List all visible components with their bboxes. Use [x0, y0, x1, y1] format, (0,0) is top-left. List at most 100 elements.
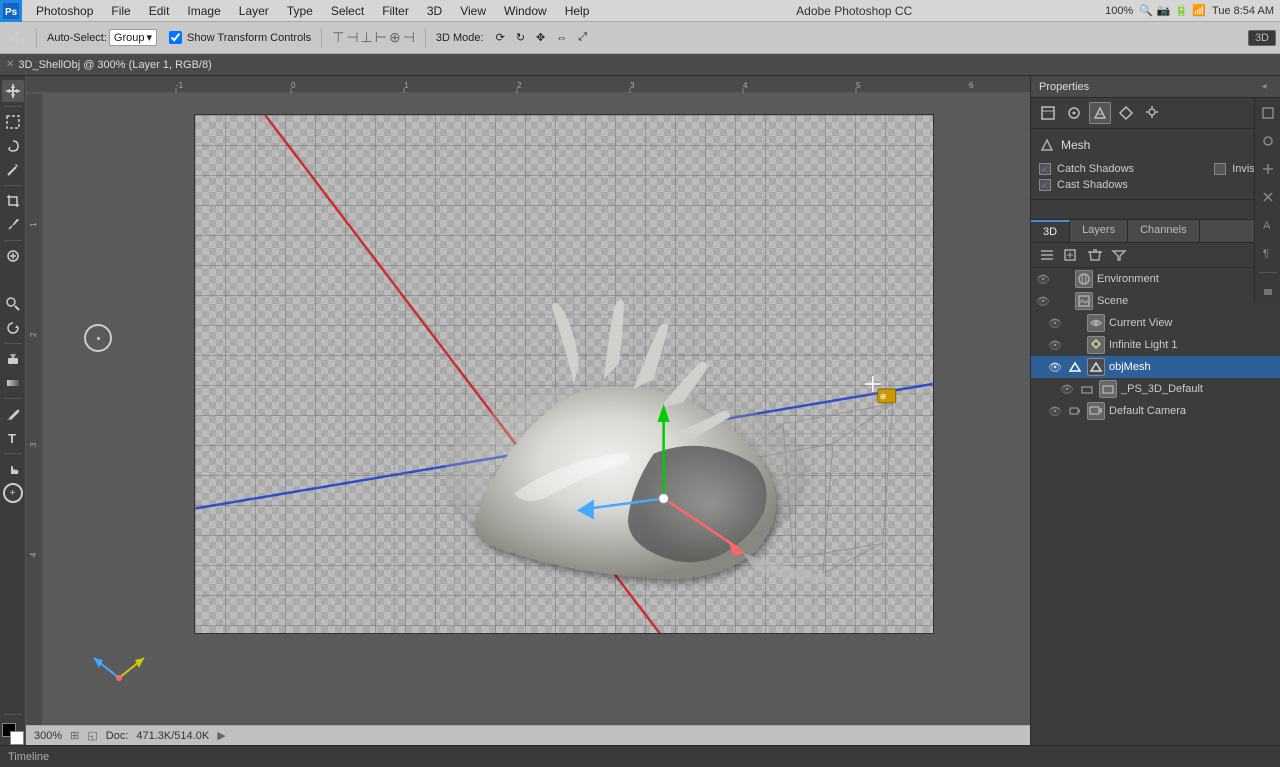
align-hcenter-icon[interactable]: ⊕: [389, 29, 401, 46]
layers-list-icon[interactable]: [1037, 246, 1057, 264]
align-vcenter-icon[interactable]: ⊣: [346, 29, 358, 46]
align-top-icon[interactable]: ⊤: [332, 29, 344, 46]
layer-objmesh[interactable]: 👁 objMesh: [1031, 356, 1280, 378]
menu-image[interactable]: Image: [179, 2, 228, 20]
properties-filter-icon[interactable]: [1063, 102, 1085, 124]
eye-environment[interactable]: 👁: [1035, 271, 1051, 287]
menu-window[interactable]: Window: [496, 2, 555, 20]
3d-pan-icon[interactable]: ✥: [532, 29, 549, 46]
right-tool-1[interactable]: [1257, 102, 1279, 124]
right-tool-6[interactable]: ¶: [1257, 242, 1279, 264]
layer-ps3d-default[interactable]: 👁 _PS_3D_Default: [1031, 378, 1280, 400]
layer-current-view[interactable]: 👁 Current View: [1031, 312, 1280, 334]
menu-photoshop[interactable]: Photoshop: [28, 2, 101, 20]
tab-channels[interactable]: Channels: [1128, 220, 1199, 242]
eye-infinite-light[interactable]: 👁: [1047, 337, 1063, 353]
3d-badge: 3D: [1248, 30, 1276, 46]
properties-settings-icon[interactable]: [1037, 102, 1059, 124]
tool-gradient[interactable]: [2, 372, 24, 394]
tool-zoom[interactable]: +: [2, 482, 24, 504]
dropdown-arrow: ▾: [147, 31, 153, 44]
menu-type[interactable]: Type: [279, 2, 321, 20]
properties-material-icon[interactable]: [1115, 102, 1137, 124]
invisible-checkbox[interactable]: [1214, 163, 1226, 175]
tool-hand[interactable]: [2, 458, 24, 480]
layers-filter-icon[interactable]: [1109, 246, 1129, 264]
menu-help[interactable]: Help: [557, 2, 598, 20]
background-color[interactable]: [10, 731, 24, 745]
right-tool-3[interactable]: [1257, 158, 1279, 180]
tool-brush[interactable]: [2, 269, 24, 291]
auto-select-dropdown[interactable]: Group ▾: [109, 29, 157, 46]
right-panels: Properties ◂: [1030, 76, 1280, 745]
tool-crop[interactable]: [2, 190, 24, 212]
layer-infinite-light[interactable]: 👁 Infinite Light 1: [1031, 334, 1280, 356]
eye-scene[interactable]: 👁: [1035, 293, 1051, 309]
thumb-default-camera: [1087, 402, 1105, 420]
align-bottom-icon[interactable]: ⊥: [361, 29, 373, 46]
tool-clone[interactable]: [2, 293, 24, 315]
tool-lasso[interactable]: [2, 135, 24, 157]
properties-collapse-btn[interactable]: ◂: [1256, 79, 1272, 95]
show-transform-controls[interactable]: Show Transform Controls: [165, 29, 315, 46]
menu-file[interactable]: File: [103, 2, 138, 20]
menu-layer[interactable]: Layer: [231, 2, 277, 20]
properties-mesh-icon[interactable]: [1089, 102, 1111, 124]
layer-ps3d-default-label: _PS_3D_Default: [1121, 383, 1203, 395]
right-tool-2[interactable]: [1257, 130, 1279, 152]
tool-spot-heal[interactable]: [2, 245, 24, 267]
tab-3d[interactable]: 3D: [1031, 220, 1070, 242]
xy-origin: [89, 638, 149, 691]
tab-layers[interactable]: Layers: [1070, 220, 1128, 242]
layer-scene[interactable]: 👁 Scene: [1031, 290, 1280, 312]
eye-default-camera[interactable]: 👁: [1047, 403, 1063, 419]
right-tool-7[interactable]: [1257, 281, 1279, 303]
layer-default-camera[interactable]: 👁 Default Camera: [1031, 400, 1280, 422]
menu-view[interactable]: View: [452, 2, 494, 20]
3d-roll-icon[interactable]: ↻: [512, 29, 529, 46]
3d-mode-icons: ⟳ ↻ ✥ ⇔ ⤢: [492, 29, 591, 46]
tool-move[interactable]: [2, 80, 24, 102]
eye-ps3d-default[interactable]: 👁: [1059, 381, 1075, 397]
canvas-wrapper[interactable]: ⊕: [44, 94, 1030, 721]
eye-objmesh[interactable]: 👁: [1047, 359, 1063, 375]
align-left-icon[interactable]: ⊢: [375, 29, 387, 46]
tool-pen[interactable]: [2, 403, 24, 425]
3d-rotate-icon[interactable]: ⟳: [492, 29, 509, 46]
color-swatches[interactable]: [2, 723, 24, 745]
catch-shadows-checkbox[interactable]: [1039, 163, 1051, 175]
3d-mode-label: 3D Mode:: [432, 30, 488, 46]
document-tab-name[interactable]: 3D_ShellObj @ 300% (Layer 1, RGB/8): [18, 59, 211, 71]
layers-new-icon[interactable]: [1061, 246, 1081, 264]
menu-select[interactable]: Select: [323, 2, 372, 20]
align-right-icon[interactable]: ⊣: [403, 29, 415, 46]
3d-scale-icon[interactable]: ⤢: [574, 29, 591, 46]
document-tab: ✕ 3D_ShellObj @ 300% (Layer 1, RGB/8): [0, 54, 1280, 76]
right-tool-4[interactable]: [1257, 186, 1279, 208]
arrow-right-icon[interactable]: ▶: [217, 729, 225, 742]
photoshop-canvas[interactable]: ⊕: [194, 114, 934, 634]
cast-shadows-checkbox[interactable]: [1039, 179, 1051, 191]
layers-delete-icon[interactable]: [1085, 246, 1105, 264]
mesh-type-icon: [1039, 137, 1055, 153]
tool-eyedropper[interactable]: [2, 214, 24, 236]
transform-checkbox[interactable]: [169, 31, 182, 44]
tool-eraser[interactable]: [2, 348, 24, 370]
3d-slide-icon[interactable]: ⇔: [552, 29, 571, 46]
layer-list: 👁 Environment 👁 Scene: [1031, 268, 1280, 745]
tool-select-rect[interactable]: [2, 111, 24, 133]
menu-filter[interactable]: Filter: [374, 2, 417, 20]
eye-current-view[interactable]: 👁: [1047, 315, 1063, 331]
menu-3d[interactable]: 3D: [419, 2, 450, 20]
tool-text[interactable]: T: [2, 427, 24, 449]
menu-edit[interactable]: Edit: [141, 2, 178, 20]
tool-magic-wand[interactable]: [2, 159, 24, 181]
tab-close-button[interactable]: ✕: [6, 59, 14, 70]
cast-shadows-row: Cast Shadows: [1039, 177, 1272, 193]
tool-history-brush[interactable]: [2, 317, 24, 339]
right-tool-5[interactable]: A: [1257, 214, 1279, 236]
layer-environment[interactable]: 👁 Environment: [1031, 268, 1280, 290]
properties-light-icon[interactable]: [1141, 102, 1163, 124]
thumb-environment: [1075, 270, 1093, 288]
shell-3d-object: [444, 300, 835, 584]
